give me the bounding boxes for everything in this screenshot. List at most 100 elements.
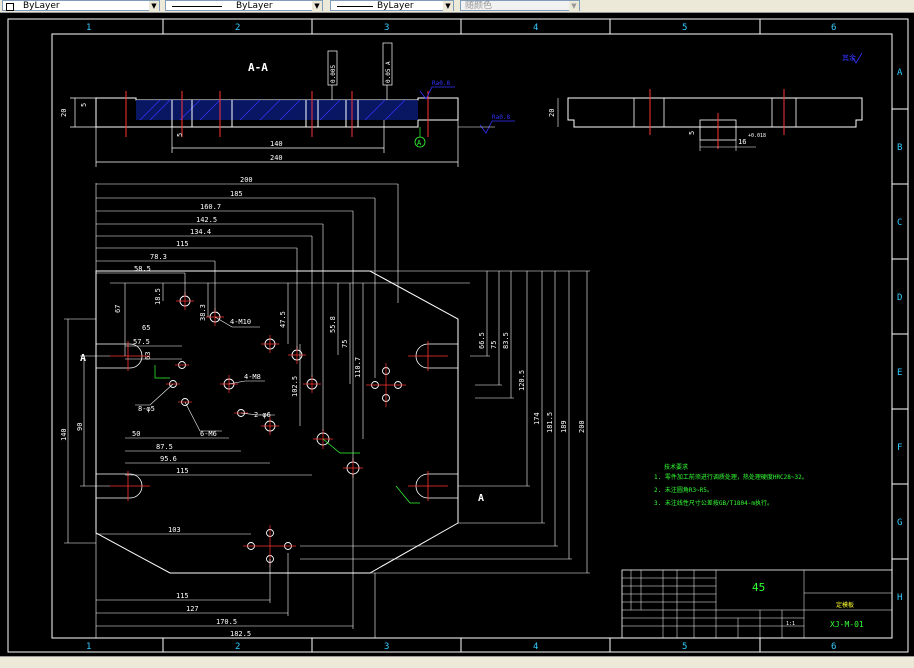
dim-inner-57: 57.5 (133, 338, 150, 346)
lineweight-combo-value: ByLayer (377, 1, 414, 11)
chevron-down-icon[interactable]: ▼ (443, 1, 453, 11)
zone-row-a: A (897, 68, 903, 78)
note-3: 3. 未注线性尺寸公差按GB/T1804-m执行。 (654, 499, 773, 507)
chevron-down-icon: ▼ (569, 1, 579, 11)
color-combo[interactable]: ByLayer ▼ (2, 0, 160, 11)
technical-notes: 技术要求 1. 零件加工前须进行调质处理，热处理硬度HRC28~32。 2. 未… (654, 463, 808, 507)
dim-top-200: 200 (240, 176, 253, 184)
dim-right-66: 66.5 (478, 332, 486, 349)
tolerance-parallel: 0.05 A (385, 61, 392, 83)
zone-col-6-bottom: 6 (831, 642, 836, 652)
hole-label-m6: 6-M6 (200, 430, 217, 438)
dim-inner-110: 110.7 (354, 357, 362, 378)
zone-col-6: 6 (831, 23, 836, 33)
dim-inner-95: 95.6 (160, 455, 177, 463)
section-title: A-A (248, 61, 268, 74)
chevron-down-icon[interactable]: ▼ (149, 1, 159, 11)
dim-top-160: 160.7 (200, 203, 221, 211)
chevron-down-icon[interactable]: ▼ (312, 1, 322, 11)
zone-col-4-bottom: 4 (533, 642, 538, 652)
dim-inner-55: 55.8 (329, 316, 337, 333)
dim-side-height: 20 (548, 109, 556, 117)
zone-col-2: 2 (235, 23, 240, 33)
note-1: 1. 零件加工前须进行调质处理，热处理硬度HRC28~32。 (654, 473, 808, 481)
dim-section-step: 5 (80, 103, 88, 107)
zone-row-e: E (897, 368, 902, 378)
lineweight-combo[interactable]: ByLayer ▼ (330, 0, 454, 11)
zone-col-1: 1 (86, 23, 91, 33)
surface-finish-2: Ra0.8 (492, 114, 510, 121)
zone-row-d: D (897, 293, 902, 303)
zone-row-b: B (897, 143, 902, 153)
dim-bottom-115: 115 (176, 592, 189, 600)
notes-title: 技术要求 (664, 463, 688, 471)
dim-left-90: 90 (76, 423, 84, 431)
zone-col-3: 3 (384, 23, 389, 33)
side-view: 20 5 16 +0.018 (548, 89, 863, 151)
plan-view: 200 185 160.7 142.5 134.4 115 78.3 58.5 … (60, 176, 590, 639)
color-swatch-icon (6, 3, 14, 11)
title-block: 45 定模板 XJ-M-01 1:1 (621, 569, 893, 639)
zone-col-3-bottom: 3 (384, 642, 389, 652)
dim-bottom-103: 103 (168, 526, 181, 534)
dim-section-step-2: 5 (176, 133, 184, 137)
lineweight-preview-icon (337, 6, 373, 7)
dim-right-174: 174 (533, 412, 541, 425)
dim-right-83: 83.5 (502, 332, 510, 349)
drawing-canvas[interactable]: 1 2 3 4 5 6 1 2 3 4 5 6 A B C D E F G H … (0, 13, 914, 655)
dim-top-115: 115 (176, 240, 189, 248)
hole-label-phi6: 2-φ6 (254, 411, 271, 419)
section-view: A-A 20 5 5 140 240 0.005 0.05 A Ra0.8 Ra… (60, 42, 515, 167)
note-2: 2. 未注圆角R3~R5。 (654, 486, 713, 494)
dim-bottom-170: 170.5 (216, 618, 237, 626)
dim-side-width: 16 (738, 138, 746, 146)
zone-col-4: 4 (533, 23, 538, 33)
section-mark-right: A (478, 493, 484, 504)
linetype-preview-icon (172, 6, 222, 7)
dim-section-height: 20 (60, 109, 68, 117)
dim-side-depth: 5 (688, 131, 696, 135)
dim-right-75: 75 (490, 341, 498, 349)
tolerance-flatness: 0.005 (330, 65, 337, 83)
status-bar (0, 656, 914, 668)
dim-inner-102: 102.5 (291, 376, 299, 397)
hole-label-phi5: 8-φ5 (138, 405, 155, 413)
hole-label-m8: 4-M8 (244, 373, 261, 381)
dim-inner-63: 63 (144, 352, 152, 360)
zone-row-f: F (897, 443, 902, 453)
dim-top-58: 58.5 (134, 265, 151, 273)
dim-bottom-127: 127 (186, 605, 199, 613)
dim-inner-65: 65 (142, 324, 150, 332)
dim-top-185: 185 (230, 190, 243, 198)
dim-section-140: 140 (270, 140, 283, 148)
title-material: 45 (752, 581, 765, 594)
linetype-combo-value: ByLayer (236, 1, 273, 11)
dim-inner-38: 38.3 (199, 304, 207, 321)
dim-right-189: 189 (560, 420, 568, 433)
dim-top-134: 134.4 (190, 228, 211, 236)
title-scale: 1:1 (786, 621, 795, 627)
plotstyle-combo: 随颜色 ▼ (460, 0, 580, 11)
dim-right-200: 200 (578, 420, 586, 433)
dim-left-140: 140 (60, 428, 68, 441)
hole-label-m10: 4-M10 (230, 318, 251, 326)
dim-inner-75: 75 (341, 340, 349, 348)
dim-right-120: 120.5 (518, 370, 526, 391)
zone-col-2-bottom: 2 (235, 642, 240, 652)
dim-section-240: 240 (270, 154, 283, 162)
zone-col-1-bottom: 1 (86, 642, 91, 652)
zone-col-5: 5 (682, 23, 687, 33)
surface-finish-1: Ra0.8 (432, 80, 450, 87)
dim-inner-18: 18.5 (154, 288, 162, 305)
dim-side-tol: +0.018 (748, 133, 766, 139)
datum-a-label: A (417, 139, 422, 147)
linetype-combo[interactable]: ByLayer ▼ (165, 0, 323, 11)
dim-inner-47: 47.5 (279, 311, 287, 328)
properties-toolbar: ByLayer ▼ ByLayer ▼ ByLayer ▼ 随颜色 ▼ (0, 0, 914, 13)
dim-bottom-182: 182.5 (230, 630, 251, 638)
zone-row-g: G (897, 518, 902, 528)
plotstyle-combo-value: 随颜色 (465, 1, 493, 11)
zone-row-h: H (897, 593, 902, 603)
title-part-name: 定模板 (836, 601, 854, 609)
zone-col-5-bottom: 5 (682, 642, 687, 652)
